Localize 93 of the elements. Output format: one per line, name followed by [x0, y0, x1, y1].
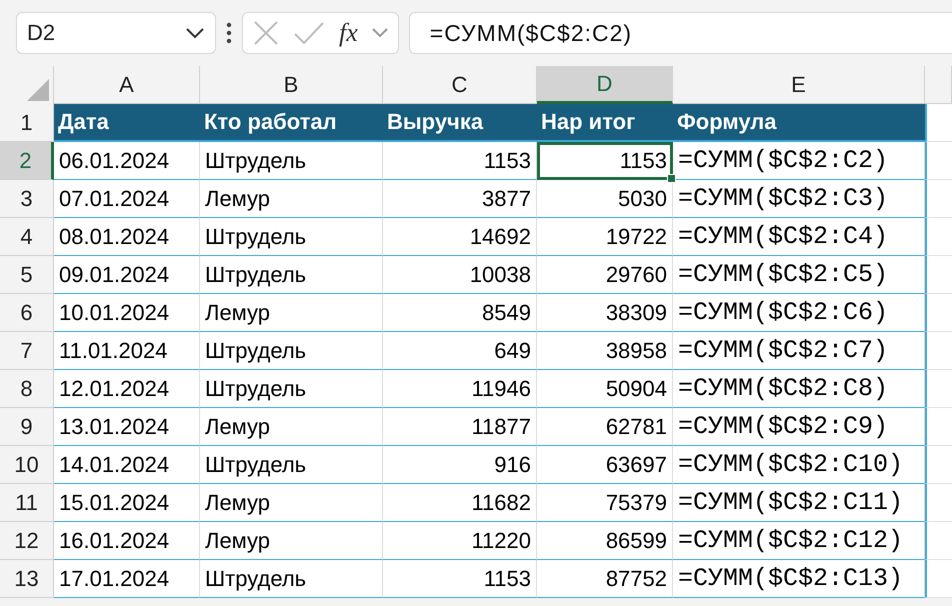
- table-cell: =СУММ($C$2:C4): [673, 218, 925, 256]
- table-cell: 86599: [537, 522, 673, 560]
- table-cell: 8549: [383, 294, 537, 332]
- table-cell: =СУММ($C$2:C11): [673, 484, 925, 522]
- insert-function-button[interactable]: fx: [339, 18, 358, 48]
- table-header-cell: Дата: [54, 104, 200, 142]
- column-header[interactable]: D: [537, 66, 673, 104]
- table-cell: 12.01.2024: [54, 370, 200, 408]
- row-header[interactable]: 8: [0, 370, 54, 408]
- table-cell: 63697: [537, 446, 673, 484]
- row-header[interactable]: 4: [0, 218, 54, 256]
- more-vertical-icon[interactable]: [226, 22, 232, 44]
- table-cell: 10038: [383, 256, 537, 294]
- table-cell: 08.01.2024: [54, 218, 200, 256]
- table-cell: 38958: [537, 332, 673, 370]
- table-cell: 10.01.2024: [54, 294, 200, 332]
- table-cell: 87752: [537, 560, 673, 598]
- table-cell: =СУММ($C$2:C12): [673, 522, 925, 560]
- table-cell: 11682: [383, 484, 537, 522]
- row-header[interactable]: 11: [0, 484, 54, 522]
- table-cell: =СУММ($C$2:C7): [673, 332, 925, 370]
- table-cell: 11877: [383, 408, 537, 446]
- table-header-cell: Выручка: [383, 104, 537, 142]
- table-cell: =СУММ($C$2:C13): [673, 560, 925, 598]
- formula-input[interactable]: =СУММ($C$2:C2): [408, 12, 952, 54]
- table-cell: 07.01.2024: [54, 180, 200, 218]
- row-header[interactable]: 12: [0, 522, 54, 560]
- row-header[interactable]: 13: [0, 560, 54, 598]
- row-header[interactable]: 3: [0, 180, 54, 218]
- table-header-cell: Нар итог: [537, 104, 673, 142]
- table-cell: Штрудель: [200, 218, 383, 256]
- column-header[interactable]: E: [673, 66, 925, 104]
- table-cell: =СУММ($C$2:C5): [673, 256, 925, 294]
- table-cell: 17.01.2024: [54, 560, 200, 598]
- table-cell: 19722: [537, 218, 673, 256]
- table-cell: 1153: [383, 560, 537, 598]
- table-cell: 916: [383, 446, 537, 484]
- row-header[interactable]: 5: [0, 256, 54, 294]
- name-box[interactable]: D2: [16, 12, 216, 54]
- table-cell: =СУММ($C$2:C2): [673, 142, 925, 180]
- table-cell: 16.01.2024: [54, 522, 200, 560]
- table-header-cell: Кто работал: [200, 104, 383, 142]
- table-cell: 3877: [383, 180, 537, 218]
- name-box-value: D2: [27, 20, 56, 46]
- table-cell: 29760: [537, 256, 673, 294]
- row-header[interactable]: 7: [0, 332, 54, 370]
- table-cell: Штрудель: [200, 256, 383, 294]
- column-header[interactable]: A: [54, 66, 200, 104]
- column-header[interactable]: C: [383, 66, 537, 104]
- chevron-down-icon[interactable]: [185, 27, 205, 39]
- table-cell: Лемур: [200, 522, 383, 560]
- table-cell: =СУММ($C$2:C10): [673, 446, 925, 484]
- row-header[interactable]: 6: [0, 294, 54, 332]
- fill-handle[interactable]: [667, 174, 676, 183]
- table-cell: 14692: [383, 218, 537, 256]
- table-cell: 38309: [537, 294, 673, 332]
- table-cell: Лемур: [200, 484, 383, 522]
- table-cell: Лемур: [200, 408, 383, 446]
- row-header[interactable]: 10: [0, 446, 54, 484]
- table-cell: 11220: [383, 522, 537, 560]
- table-cell: 62781: [537, 408, 673, 446]
- table-cell: =СУММ($C$2:C3): [673, 180, 925, 218]
- table-cell: =СУММ($C$2:C6): [673, 294, 925, 332]
- table-cell: 13.01.2024: [54, 408, 200, 446]
- row-header[interactable]: 2: [0, 142, 54, 180]
- table-cell: 1153: [383, 142, 537, 180]
- table-cell: 06.01.2024: [54, 142, 200, 180]
- table-cell: =СУММ($C$2:C8): [673, 370, 925, 408]
- table-cell: 09.01.2024: [54, 256, 200, 294]
- column-header[interactable]: B: [200, 66, 383, 104]
- table-cell: Штрудель: [200, 332, 383, 370]
- table-cell: Штрудель: [200, 370, 383, 408]
- table-cell: Штрудель: [200, 142, 383, 180]
- table-cell: Лемур: [200, 294, 383, 332]
- check-icon[interactable]: [293, 21, 325, 45]
- table-cell: 14.01.2024: [54, 446, 200, 484]
- table-cell: Штрудель: [200, 446, 383, 484]
- row-header[interactable]: 9: [0, 408, 54, 446]
- table-cell: 50904: [537, 370, 673, 408]
- table-cell: 649: [383, 332, 537, 370]
- table-header-cell: Формула: [673, 104, 925, 142]
- table-cell: =СУММ($C$2:C9): [673, 408, 925, 446]
- table-cell: 11946: [383, 370, 537, 408]
- close-icon[interactable]: [253, 20, 279, 46]
- table-cell: 75379: [537, 484, 673, 522]
- selected-cell: 1153: [537, 142, 673, 180]
- corner-triangle-icon[interactable]: [27, 79, 49, 101]
- table-cell: Штрудель: [200, 560, 383, 598]
- table-cell: 5030: [537, 180, 673, 218]
- row-header[interactable]: 1: [0, 104, 54, 142]
- table-cell: 15.01.2024: [54, 484, 200, 522]
- table-cell: 11.01.2024: [54, 332, 200, 370]
- table-cell: Лемур: [200, 180, 383, 218]
